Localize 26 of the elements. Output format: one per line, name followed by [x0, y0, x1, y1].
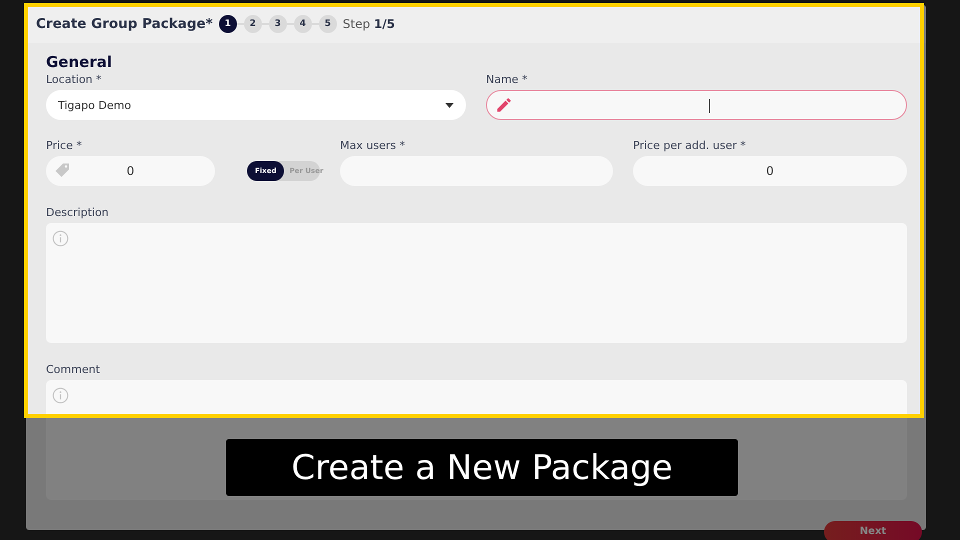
info-icon — [52, 387, 69, 404]
price-tag-icon — [54, 162, 72, 180]
field-label: Price per add. user * — [633, 139, 747, 152]
field-label: Max users * — [340, 139, 406, 152]
step-indicator[interactable]: 3 — [268, 15, 287, 33]
dialog-title: Create Group Package* — [36, 16, 213, 32]
field-label: Location * — [46, 73, 103, 86]
name-field[interactable] — [486, 90, 907, 120]
step-indicator[interactable]: 5 — [318, 15, 337, 33]
field-label: Price * — [46, 139, 83, 152]
price-field[interactable]: 0 — [46, 156, 215, 186]
section-heading: General — [46, 53, 113, 71]
step-indicator[interactable]: 2 — [244, 15, 262, 33]
field-label: Comment — [46, 363, 101, 376]
field-label: Name * — [486, 73, 528, 86]
step-indicator[interactable]: 1 — [218, 15, 237, 33]
info-icon — [52, 230, 69, 247]
description-field[interactable] — [46, 223, 907, 343]
price-per-user-field[interactable]: 0 — [633, 156, 907, 186]
step-counter: Step 1/5 — [342, 17, 395, 31]
caption: Create a New Package — [226, 439, 738, 496]
location-dropdown[interactable]: Tigapo Demo — [46, 90, 466, 120]
pencil-icon — [495, 96, 513, 114]
step-indicator[interactable]: 4 — [294, 15, 312, 33]
caret-icon — [445, 102, 454, 108]
field-label: Description — [46, 206, 110, 219]
